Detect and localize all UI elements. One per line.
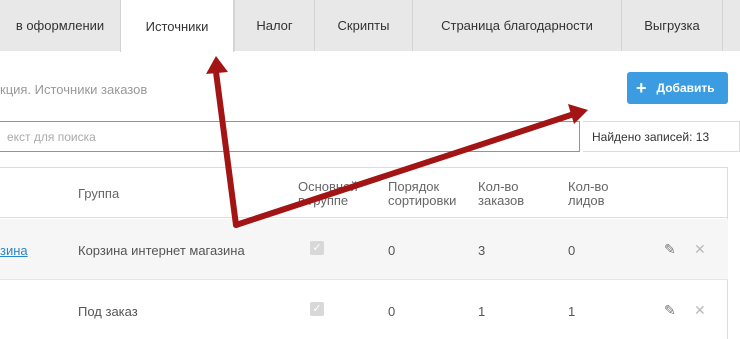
header-leads-count[interactable]: Кол-во лидов bbox=[568, 180, 608, 208]
header-orders-line2: заказов bbox=[478, 193, 525, 208]
tab-sources[interactable]: Источники bbox=[120, 0, 234, 52]
cell-orders-count: 1 bbox=[478, 304, 486, 319]
table-row: зина Корзина интернет магазина ✓ 0 3 0 ✎… bbox=[0, 219, 728, 279]
add-button-label: Добавить bbox=[656, 81, 715, 95]
cell-group: Под заказ bbox=[78, 304, 138, 319]
cell-sort-order: 0 bbox=[388, 243, 396, 258]
header-sort-order[interactable]: Порядок сортировки bbox=[388, 180, 456, 208]
main-in-group-checkbox[interactable]: ✓ bbox=[310, 302, 324, 316]
cell-sort-order: 0 bbox=[388, 304, 396, 319]
table-row: Под заказ ✓ 0 1 1 ✎ ✕ bbox=[0, 279, 728, 339]
table-header: Группа Основной в группе Порядок сортиро… bbox=[0, 168, 728, 218]
main-in-group-checkbox[interactable]: ✓ bbox=[310, 241, 324, 255]
header-leads-line1: Кол-во bbox=[568, 179, 609, 194]
header-group[interactable]: Группа bbox=[78, 187, 119, 201]
breadcrumb: кция. Источники заказов bbox=[0, 82, 148, 97]
header-orders-line1: Кол-во bbox=[478, 179, 519, 194]
records-found-count: Найдено записей: 13 bbox=[583, 121, 740, 152]
close-icon[interactable]: ✕ bbox=[694, 241, 706, 258]
tab-export[interactable]: Выгрузка bbox=[621, 0, 722, 51]
plus-icon: + bbox=[636, 78, 647, 98]
tab-label: Налог bbox=[256, 18, 293, 33]
header-leads-line2: лидов bbox=[568, 193, 605, 208]
cell-group: Корзина интернет магазина bbox=[78, 243, 245, 258]
header-main-line2: в группе bbox=[298, 193, 349, 208]
tab-tax[interactable]: Налог bbox=[234, 0, 314, 51]
sources-table: Группа Основной в группе Порядок сортиро… bbox=[0, 167, 728, 339]
cell-orders-count: 3 bbox=[478, 243, 486, 258]
search-input[interactable] bbox=[0, 121, 580, 152]
cell-leads-count: 1 bbox=[568, 304, 576, 319]
pencil-icon[interactable]: ✎ bbox=[664, 302, 676, 319]
tab-in-progress[interactable]: в оформлении bbox=[0, 0, 120, 51]
tab-label: Источники bbox=[145, 18, 209, 34]
arrow-head-up bbox=[206, 56, 228, 74]
header-sort-line2: сортировки bbox=[388, 193, 457, 208]
tab-bar: в оформлении Источники Налог Скрипты Стр… bbox=[0, 0, 740, 52]
cell-leads-count: 0 bbox=[568, 243, 576, 258]
header-orders-count[interactable]: Кол-во заказов bbox=[478, 180, 524, 208]
header-main-in-group[interactable]: Основной в группе bbox=[298, 180, 358, 208]
tab-label: Скрипты bbox=[337, 18, 390, 33]
add-button[interactable]: + Добавить bbox=[627, 72, 728, 104]
tab-label: Выгрузка bbox=[644, 18, 700, 33]
source-name-link[interactable]: зина bbox=[0, 243, 28, 258]
tab-thank-you-page[interactable]: Страница благодарности bbox=[412, 0, 621, 51]
tab-label: Страница благодарности bbox=[441, 18, 593, 33]
close-icon[interactable]: ✕ bbox=[694, 302, 706, 319]
header-main-line1: Основной bbox=[298, 179, 358, 194]
tab-scripts[interactable]: Скрипты bbox=[314, 0, 412, 51]
pencil-icon[interactable]: ✎ bbox=[664, 241, 676, 258]
header-sort-line1: Порядок bbox=[388, 179, 440, 194]
tab-overflow-edge bbox=[722, 0, 740, 51]
tab-label: в оформлении bbox=[15, 18, 105, 33]
